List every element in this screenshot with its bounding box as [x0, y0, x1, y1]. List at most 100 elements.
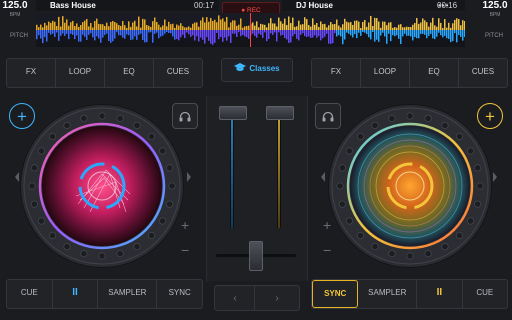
- waveform-bar-bottom: [168, 30, 170, 34]
- left-tab-cues[interactable]: CUES: [154, 59, 202, 87]
- left-sync-button[interactable]: SYNC: [157, 280, 202, 308]
- waveform-graphic: [36, 13, 465, 47]
- waveform-overview[interactable]: [36, 13, 465, 47]
- waveform-bar-bottom: [110, 30, 112, 43]
- left-tab-fx[interactable]: FX: [7, 59, 56, 87]
- mixer-next-button[interactable]: ›: [254, 285, 300, 311]
- left-bpm-display[interactable]: 125.0 BPM: [0, 0, 30, 24]
- classes-button[interactable]: Classes: [221, 58, 293, 82]
- waveform-bar-top: [208, 21, 210, 30]
- right-tab-cues[interactable]: CUES: [459, 59, 507, 87]
- waveform-bar-bottom: [72, 30, 74, 35]
- waveform-bar-top: [60, 26, 62, 30]
- waveform-bar-bottom: [140, 30, 142, 34]
- waveform-bar-top: [456, 18, 458, 30]
- waveform-bar-top: [236, 25, 238, 30]
- waveform-bar-bottom: [334, 30, 336, 34]
- waveform-bar-bottom: [52, 30, 54, 34]
- right-play-pause-button[interactable]: II: [417, 280, 463, 308]
- waveform-bar-bottom: [262, 30, 264, 38]
- platter-rim-dot: [474, 200, 482, 208]
- waveform-bar-bottom: [162, 30, 164, 36]
- platter-rim-dot: [49, 231, 57, 239]
- left-cue-button[interactable]: CUE: [7, 280, 53, 308]
- waveform-bar-bottom: [264, 30, 266, 33]
- waveform-bar-top: [404, 27, 406, 30]
- right-cue-button[interactable]: CUE: [463, 280, 507, 308]
- left-jog-wheel[interactable]: [20, 104, 184, 268]
- right-tab-loop[interactable]: LOOP: [361, 59, 410, 87]
- right-bpm-display[interactable]: 125.0 BPM: [478, 0, 512, 24]
- waveform-bar-top: [116, 23, 118, 30]
- right-channel-fader-cap[interactable]: [266, 106, 294, 120]
- left-bpm-unit: BPM: [9, 12, 21, 18]
- right-jog-wheel[interactable]: [328, 104, 492, 268]
- waveform-bar-bottom: [196, 30, 198, 37]
- left-channel-fader-cap[interactable]: [219, 106, 247, 120]
- left-play-pause-button[interactable]: II: [53, 280, 99, 308]
- waveform-bar-top: [246, 26, 248, 30]
- left-channel-level: [231, 120, 233, 228]
- crossfader-cap[interactable]: [249, 241, 263, 271]
- waveform-bar-top: [406, 26, 408, 30]
- waveform-bar-bottom: [220, 30, 222, 38]
- mixer-prev-button[interactable]: ‹: [214, 285, 256, 311]
- waveform-bar-top: [378, 21, 380, 30]
- right-tab-fx[interactable]: FX: [312, 59, 361, 87]
- waveform-bar-top: [314, 24, 316, 30]
- waveform-bar-bottom: [122, 30, 124, 38]
- waveform-bar-bottom: [120, 30, 122, 36]
- left-sampler-button[interactable]: SAMPLER: [98, 280, 158, 308]
- left-tab-loop[interactable]: LOOP: [56, 59, 105, 87]
- waveform-bar-bottom: [430, 30, 432, 34]
- right-sync-button[interactable]: SYNC: [312, 280, 359, 308]
- waveform-bar-top: [310, 26, 312, 30]
- waveform-bar-bottom: [76, 30, 78, 36]
- waveform-bar-top: [344, 18, 346, 30]
- waveform-bar-top: [46, 25, 48, 30]
- waveform-bar-bottom: [404, 30, 406, 34]
- platter-rim-dot: [116, 250, 124, 258]
- right-deck-menu-icon[interactable]: •••: [438, 0, 449, 11]
- waveform-bar-top: [408, 26, 410, 30]
- waveform-bar-bottom: [152, 30, 154, 43]
- waveform-bar-top: [110, 21, 112, 30]
- waveform-bar-bottom: [282, 30, 284, 35]
- waveform-bar-bottom: [310, 30, 312, 38]
- waveform-bar-top: [440, 22, 442, 30]
- left-track-bar[interactable]: Bass House 00:17: [36, 0, 219, 11]
- waveform-bar-bottom: [98, 30, 100, 39]
- waveform-bar-bottom: [130, 30, 132, 40]
- waveform-bar-top: [188, 26, 190, 30]
- waveform-bar-top: [254, 25, 256, 30]
- waveform-bar-bottom: [214, 30, 216, 43]
- right-bpm-value: 125.0: [482, 0, 508, 11]
- waveform-bar-bottom: [62, 30, 64, 34]
- waveform-bar-bottom: [188, 30, 190, 35]
- waveform-bar-bottom: [222, 30, 224, 42]
- waveform-bar-bottom: [260, 30, 262, 35]
- waveform-bar-top: [426, 22, 428, 30]
- right-sampler-button[interactable]: SAMPLER: [358, 280, 418, 308]
- right-edge-arrow-icon: [493, 172, 497, 182]
- right-tab-eq[interactable]: EQ: [410, 59, 459, 87]
- platter-rim-dot: [147, 133, 155, 141]
- waveform-bar-top: [266, 27, 268, 30]
- waveform-bar-top: [462, 20, 464, 30]
- waveform-bar-top: [206, 17, 208, 30]
- waveform-bar-bottom: [402, 30, 404, 37]
- waveform-bar-top: [194, 22, 196, 30]
- waveform-bar-top: [380, 27, 382, 30]
- waveform-bar-top: [134, 20, 136, 30]
- waveform-bar-top: [402, 27, 404, 30]
- waveform-bar-bottom: [464, 30, 465, 38]
- left-tab-eq[interactable]: EQ: [105, 59, 154, 87]
- right-track-title: DJ House: [296, 1, 333, 10]
- waveform-bar-bottom: [422, 30, 424, 34]
- waveform-bar-top: [300, 24, 302, 30]
- waveform-bar-bottom: [194, 30, 196, 41]
- waveform-bar-bottom: [176, 30, 178, 40]
- waveform-bar-bottom: [100, 30, 102, 43]
- waveform-bar-top: [132, 22, 134, 30]
- platter-rim-dot: [474, 164, 482, 172]
